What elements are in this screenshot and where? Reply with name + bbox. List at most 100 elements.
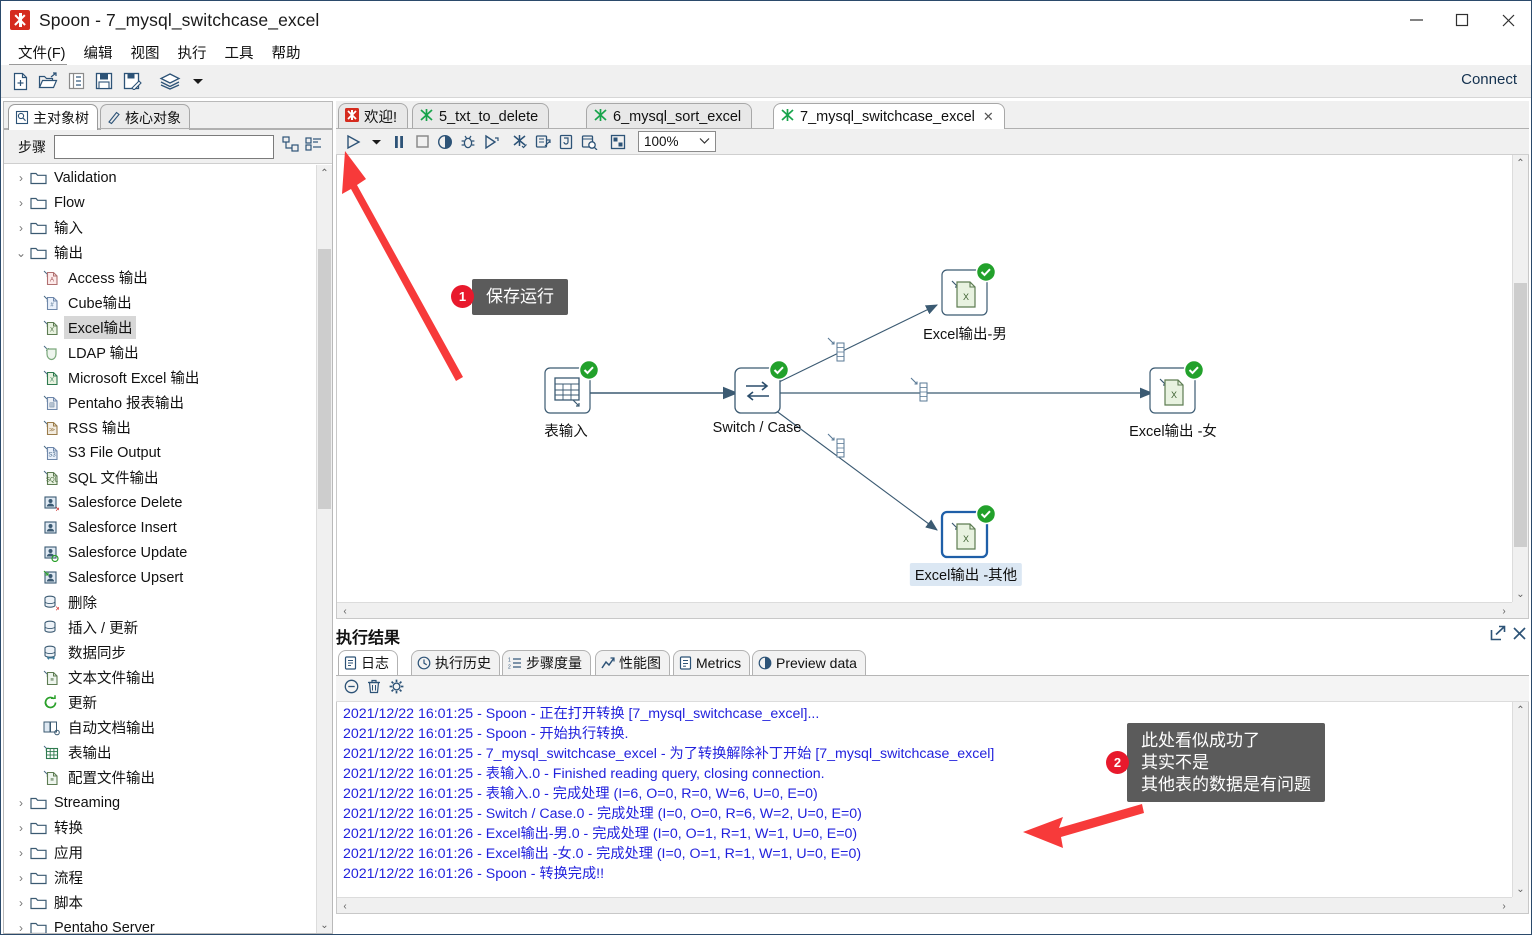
tree-item-0[interactable]: › Validation (4, 165, 316, 190)
sql-icon[interactable] (555, 131, 577, 153)
log-scroll-down-arrow[interactable]: ⌄ (1513, 881, 1528, 897)
chevron-right-icon[interactable]: › (12, 846, 30, 860)
run-dropdown-icon[interactable] (365, 131, 387, 153)
tab-step-metrics[interactable]: 1 2 步骤度量 (502, 650, 591, 675)
tree-item-24[interactable]: ≡ 配置文件输出 (4, 765, 316, 790)
maximize-button[interactable] (1439, 1, 1485, 39)
save-icon[interactable] (91, 68, 117, 94)
trash-icon[interactable] (367, 679, 381, 699)
tab-metrics[interactable]: Metrics (673, 650, 751, 675)
canvas-vertical-scrollbar[interactable]: ⌃ ⌄ (1512, 155, 1528, 602)
close-button[interactable] (1485, 1, 1531, 39)
tree-item-30[interactable]: › Pentaho Server (4, 915, 316, 933)
tree-item-8[interactable]: X Microsoft Excel 输出 (4, 365, 316, 390)
tree-item-25[interactable]: › Streaming (4, 790, 316, 815)
tree-item-10[interactable]: ≫ RSS 输出 (4, 415, 316, 440)
close-icon[interactable]: ✕ (983, 109, 994, 125)
chevron-right-icon[interactable]: › (12, 896, 30, 910)
tab-6-mysql-sort-excel[interactable]: 6_mysql_sort_excel (586, 103, 753, 129)
tab-7-mysql-switchcase-excel[interactable]: 7_mysql_switchcase_excel ✕ (773, 103, 1005, 129)
stop-icon[interactable] (411, 131, 433, 153)
log-horizontal-scrollbar[interactable]: ‹ › (337, 897, 1512, 913)
tree-scroll-down-arrow[interactable]: ⌄ (317, 917, 332, 933)
run-icon[interactable] (342, 131, 364, 153)
chevron-right-icon[interactable]: › (12, 196, 30, 210)
tree-item-5[interactable]: # Cube输出 (4, 290, 316, 315)
settings-gear-icon[interactable] (389, 679, 404, 699)
tree-item-28[interactable]: › 流程 (4, 865, 316, 890)
menu-run[interactable]: 执行 (169, 40, 216, 65)
menu-edit[interactable]: 编辑 (75, 40, 122, 65)
layers-icon[interactable] (157, 68, 183, 94)
tree-item-19[interactable]: 数据同步 (4, 640, 316, 665)
tree-item-22[interactable]: 自动文档输出 (4, 715, 316, 740)
tree-item-4[interactable]: A Access 输出 (4, 265, 316, 290)
open-folder-icon[interactable] (35, 68, 61, 94)
tab-performance-graph[interactable]: 性能图 (595, 650, 670, 675)
chevron-down-icon[interactable]: ⌄ (12, 246, 30, 260)
log-output-box[interactable]: 2021/12/22 16:01:25 - Spoon - 正在打开转换 [7_… (336, 702, 1529, 914)
close-panel-icon[interactable] (1512, 625, 1527, 646)
tab-core-objects[interactable]: 核心对象 (100, 104, 190, 130)
menu-file[interactable]: 文件(F) (9, 40, 75, 65)
replay-icon[interactable] (480, 131, 502, 153)
chevron-right-icon[interactable]: › (12, 796, 30, 810)
chevron-right-icon[interactable]: › (12, 821, 30, 835)
tree-scroll-up-arrow[interactable]: ⌃ (317, 165, 332, 181)
log-vertical-scrollbar[interactable]: ⌃ ⌄ (1512, 702, 1528, 897)
tab-main-object-tree[interactable]: 主对象树 (8, 104, 98, 130)
tree-item-2[interactable]: › 输入 (4, 215, 316, 240)
transformation-canvas[interactable]: X X X 表输入 Switch / Case Excel输出-男 Excel输… (337, 155, 1512, 602)
tree-item-12[interactable]: SQL SQL 文件输出 (4, 465, 316, 490)
show-last-impact-icon[interactable] (532, 131, 554, 153)
chevron-right-icon[interactable]: › (12, 171, 30, 185)
pause-icon[interactable] (388, 131, 410, 153)
maximize-panel-icon[interactable] (1490, 625, 1506, 646)
tree-item-20[interactable]: ≡ 文本文件输出 (4, 665, 316, 690)
chevron-right-icon[interactable]: › (12, 871, 30, 885)
debug-icon[interactable] (457, 131, 479, 153)
canvas-scroll-right-arrow[interactable]: › (1496, 603, 1512, 619)
menu-tools[interactable]: 工具 (216, 40, 263, 65)
tab-preview-data[interactable]: Preview data (752, 650, 866, 675)
explore-repository-icon[interactable] (63, 68, 89, 94)
connect-button[interactable]: Connect (1461, 71, 1517, 88)
log-scroll-left-arrow[interactable]: ‹ (337, 898, 353, 913)
tree-vertical-scrollbar[interactable]: ⌃ ⌄ (316, 165, 332, 933)
tree-item-17[interactable]: ✕ 删除 (4, 590, 316, 615)
tree-scroll-thumb[interactable] (318, 249, 331, 509)
tree-item-18[interactable]: 插入 / 更新 (4, 615, 316, 640)
tree-item-7[interactable]: LDAP 输出 (4, 340, 316, 365)
tree-item-11[interactable]: S3 S3 File Output (4, 440, 316, 465)
tree-item-15[interactable]: Salesforce Update (4, 540, 316, 565)
new-file-icon[interactable] (7, 68, 33, 94)
log-scroll-right-arrow[interactable]: › (1496, 898, 1512, 913)
tree-item-9[interactable]: ▥ Pentaho 报表输出 (4, 390, 316, 415)
collapse-icon[interactable] (344, 679, 359, 699)
canvas-horizontal-scrollbar[interactable]: ‹ › (337, 602, 1512, 618)
tree-item-29[interactable]: › 脚本 (4, 890, 316, 915)
log-scroll-up-arrow[interactable]: ⌃ (1513, 702, 1528, 718)
preview-icon[interactable] (434, 131, 456, 153)
menu-view[interactable]: 视图 (122, 40, 169, 65)
tree-item-26[interactable]: › 转换 (4, 815, 316, 840)
tree-item-6[interactable]: X Excel输出 (4, 315, 316, 340)
tree-item-23[interactable]: 表输出 (4, 740, 316, 765)
canvas-scroll-left-arrow[interactable]: ‹ (337, 603, 353, 619)
tab-execution-history[interactable]: 执行历史 (411, 650, 500, 675)
examine-icon[interactable] (578, 131, 600, 153)
tree-item-3[interactable]: ⌄ 输出 (4, 240, 316, 265)
tab-log[interactable]: 日志 (338, 650, 398, 675)
canvas-scroll-down-arrow[interactable]: ⌄ (1513, 586, 1528, 602)
tree-item-13[interactable]: ✕ Salesforce Delete (4, 490, 316, 515)
tab-5-txt-to-delete[interactable]: 5_txt_to_delete (412, 103, 550, 129)
chevron-right-icon[interactable]: › (12, 221, 30, 235)
step-search-input[interactable] (54, 134, 274, 159)
tree-item-27[interactable]: › 应用 (4, 840, 316, 865)
tree-item-21[interactable]: 更新 (4, 690, 316, 715)
expand-all-icon[interactable] (282, 136, 299, 157)
chevron-right-icon[interactable]: › (12, 921, 30, 934)
save-as-icon[interactable] (119, 68, 145, 94)
tab-welcome[interactable]: 欢迎! (338, 103, 409, 129)
canvas-scroll-thumb[interactable] (1514, 283, 1527, 547)
